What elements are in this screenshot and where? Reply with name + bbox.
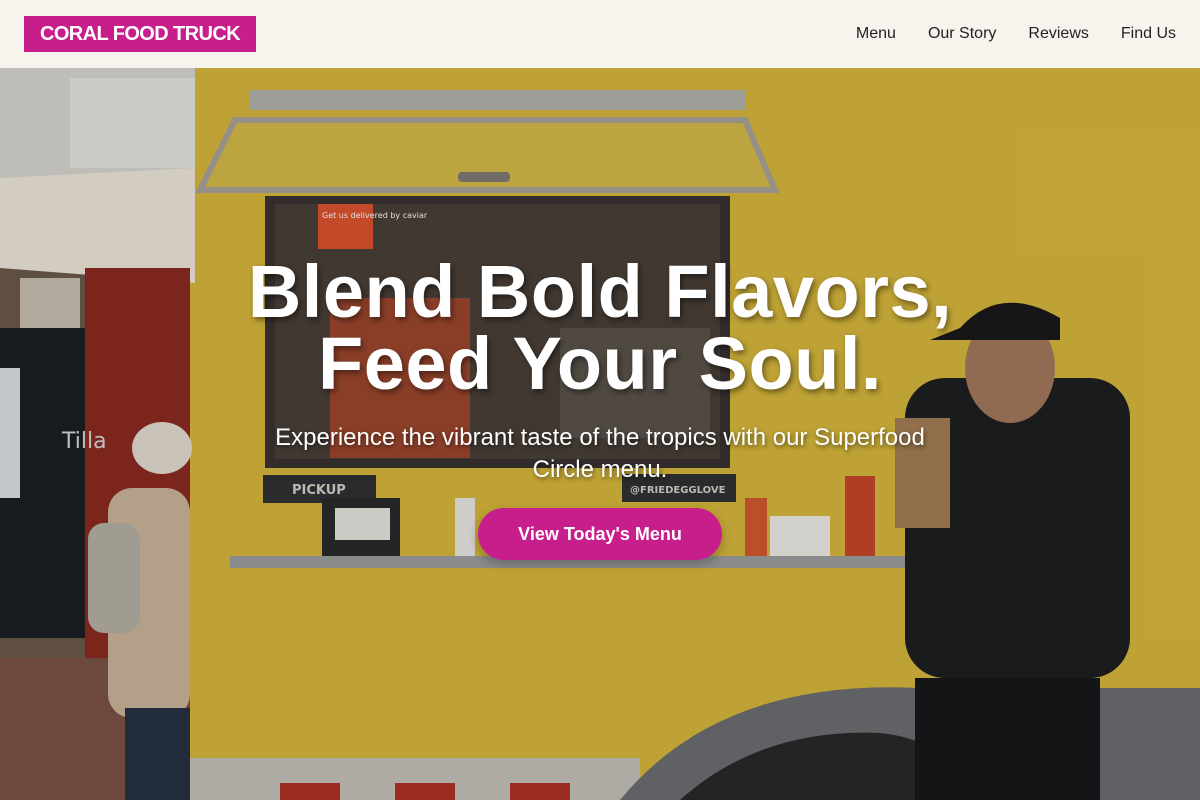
nav-links: Menu Our Story Reviews Find Us <box>856 25 1176 43</box>
headline-line-2: Feed Your Soul. <box>318 322 882 405</box>
hero-content: Blend Bold Flavors, Feed Your Soul. Expe… <box>0 255 1200 560</box>
hero-headline: Blend Bold Flavors, Feed Your Soul. <box>0 255 1200 401</box>
view-menu-button[interactable]: View Today's Menu <box>478 508 722 560</box>
hero-subtext: Experience the vibrant taste of the trop… <box>275 424 925 483</box>
headline-line-1: Blend Bold Flavors, <box>247 250 953 333</box>
nav-link-find-us[interactable]: Find Us <box>1121 25 1176 43</box>
nav-link-our-story[interactable]: Our Story <box>928 25 996 43</box>
nav-link-reviews[interactable]: Reviews <box>1028 25 1088 43</box>
nav-link-menu[interactable]: Menu <box>856 25 896 43</box>
brand-logo[interactable]: CORAL FOOD TRUCK <box>24 16 257 52</box>
top-navbar: CORAL FOOD TRUCK Menu Our Story Reviews … <box>0 0 1200 68</box>
hero-section: Tilla Get us delivered by caviar PICKUP … <box>0 68 1200 800</box>
